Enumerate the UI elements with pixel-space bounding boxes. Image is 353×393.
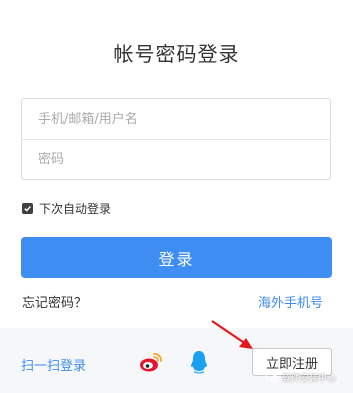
password-row (22, 139, 330, 179)
check-icon (24, 206, 31, 212)
weibo-icon[interactable] (139, 351, 163, 373)
remember-label: 下次自动登录 (39, 202, 112, 216)
scan-login-link[interactable]: 扫一扫登录 (21, 355, 86, 374)
login-button[interactable]: 登录 (21, 237, 332, 278)
qq-icon[interactable] (190, 350, 208, 374)
forgot-password-link[interactable]: 忘记密码？ (22, 292, 87, 311)
red-arrow-icon (211, 320, 253, 349)
username-row (22, 99, 330, 139)
remember-me[interactable]: 下次自动登录 (22, 200, 111, 217)
remember-checkbox[interactable] (22, 203, 33, 214)
overseas-phone-link[interactable]: 海外手机号 (258, 292, 323, 311)
page-title: 帐号密码登录 (113, 42, 240, 66)
wechat-icon (266, 372, 279, 383)
watermark: 软件安装中心 (266, 371, 336, 384)
watermark-text: 软件安装中心 (282, 374, 337, 384)
password-input[interactable] (38, 152, 330, 167)
username-input[interactable] (38, 111, 330, 127)
login-form-inputs (21, 98, 331, 180)
